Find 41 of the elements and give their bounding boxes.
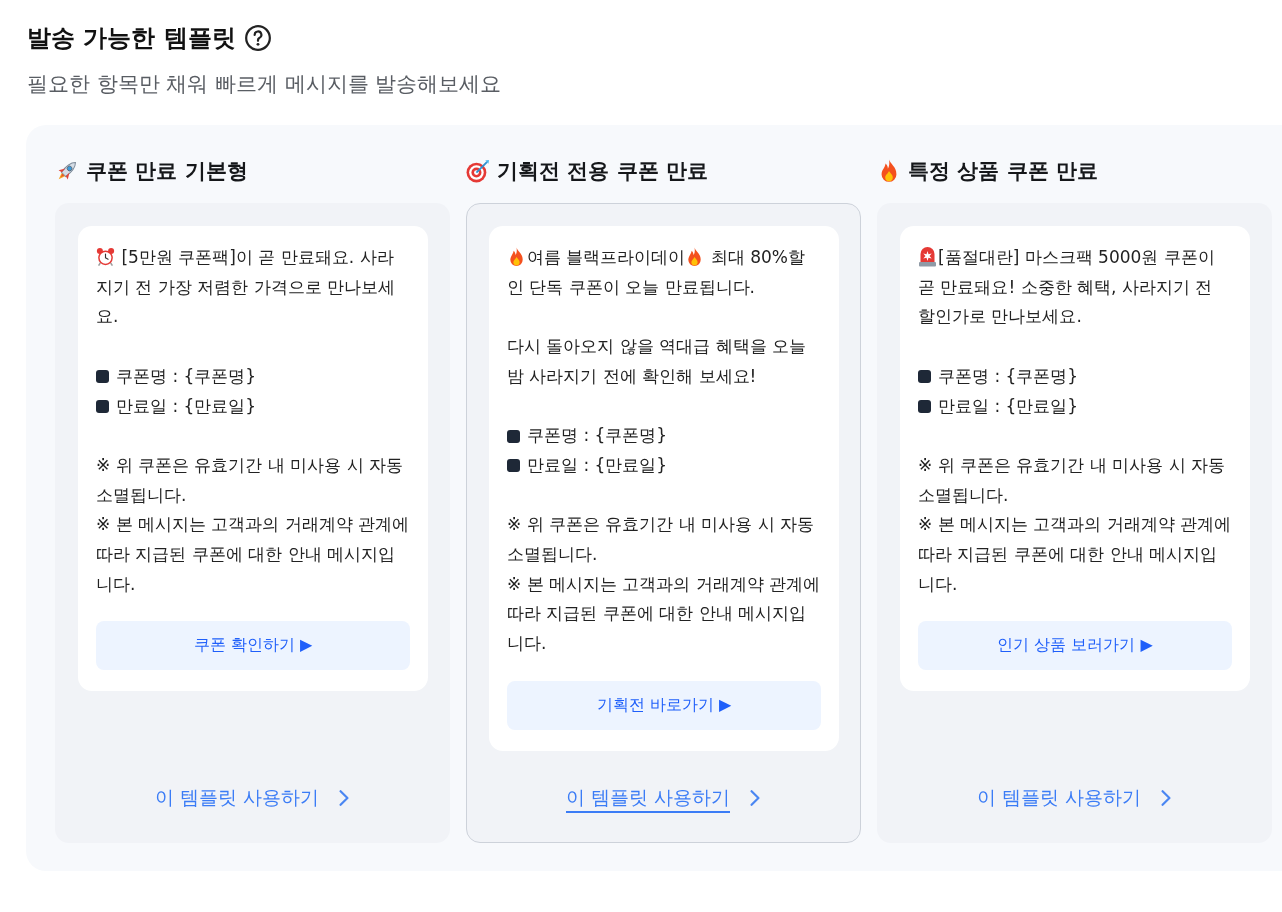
message-text: 다시 돌아오지 않을 역대급 혜택을 오늘 밤 사라지기 전에 확인해 보세요! bbox=[507, 335, 808, 388]
template-card[interactable]: [5만원 쿠폰팩]이 곧 만료돼요. 사라지기 전 가장 저렴한 가격으로 만나보세요. 쿠폰명 : {쿠폰명} 만료일 : {만료일} ※ 위 쿠폰은 유효기간 내 미사용 시 자동 소멸됩니다. ※ 본 메시지는 고객과의 거래계약 관계에 따라 지급된 쿠폰에 대한 안내 메시지입니다. 쿠폰 확인하기 ▶ 이 템플릿 사용하기 bbox=[55, 203, 450, 843]
use-template-link[interactable]: 이 템플릿 사용하기 bbox=[154, 783, 352, 813]
field-line: 쿠폰명 : {쿠폰명} bbox=[116, 364, 257, 388]
template-title: 특정 상품 쿠폰 만료 bbox=[908, 158, 1098, 185]
help-icon[interactable] bbox=[244, 25, 271, 51]
alarm-clock-icon bbox=[96, 247, 115, 267]
notice-text: ※ 본 메시지는 고객과의 거래계약 관계에 따라 지급된 쿠폰에 대한 안내 메시지입니다. bbox=[96, 513, 410, 596]
square-bullet-icon bbox=[507, 429, 520, 443]
field-line: 만료일 : {만료일} bbox=[527, 453, 668, 477]
use-template-link[interactable]: 이 템플릿 사용하기 bbox=[976, 783, 1174, 813]
notice-text: ※ 본 메시지는 고객과의 거래계약 관계에 따라 지급된 쿠폰에 대한 안내 메시지입니다. bbox=[507, 572, 821, 656]
notice-text: ※ 본 메시지는 고객과의 거래계약 관계에 따라 지급된 쿠폰에 대한 안내 메시지입니다. bbox=[918, 513, 1232, 596]
page-subtitle: 필요한 항목만 채워 빠르게 메시지를 발송해보세요 bbox=[27, 71, 503, 98]
field-line: 만료일 : {만료일} bbox=[938, 394, 1079, 418]
notice-text: ※ 위 쿠폰은 유효기간 내 미사용 시 자동 소멸됩니다. bbox=[96, 453, 405, 507]
square-bullet-icon bbox=[918, 370, 931, 384]
field-line: 쿠폰명 : {쿠폰명} bbox=[938, 364, 1079, 388]
template-card[interactable] bbox=[466, 203, 861, 843]
field-line: 쿠폰명 : {쿠폰명} bbox=[527, 424, 668, 448]
siren-icon bbox=[918, 247, 937, 267]
page-title: 발송 가능한 템플릿 bbox=[27, 23, 236, 54]
fire-icon bbox=[507, 247, 526, 267]
field-line: 만료일 : {만료일} bbox=[116, 394, 257, 418]
notice-text: ※ 위 쿠폰은 유효기간 내 미사용 시 자동 소멸됩니다. bbox=[918, 453, 1227, 507]
message-link-button[interactable]: 인기 상품 보러가기 ▶ bbox=[918, 621, 1232, 671]
message-text: 여름 블랙프라이데이 최대 80%할인 단독 쿠폰이 오늘 만료됩니다. bbox=[507, 246, 806, 299]
template-card[interactable]: [품절대란] 마스크팩 5000원 쿠폰이 곧 만료돼요! 소중한 혜택, 사라지기 전 할인가로 만나보세요. 쿠폰명 : {쿠폰명} 만료일 : {만료일} ※ 위 쿠폰은 유효기간 내 미사용 시 자동 소멸됩니다. ※ 본 메시지는 고객과의 거래계약 관계에 따라 지급된 쿠폰에 대한 안내 메시지입니다. 인기 상품 보러가기 ▶ 이 템플릿 사용하기 bbox=[877, 203, 1272, 843]
dart-target-icon bbox=[466, 159, 490, 183]
message-text: [품절대란] 마스크팩 5000원 쿠폰이 곧 만료돼요! 소중한 혜택, 사라지기 전 할인가로 만나보세요. bbox=[918, 246, 1216, 329]
square-bullet-icon bbox=[96, 399, 109, 413]
square-bullet-icon bbox=[96, 370, 109, 384]
message-link-button[interactable]: 기획전 바로가기 ▶ bbox=[507, 680, 821, 730]
notice-text: ※ 위 쿠폰은 유효기간 내 미사용 시 자동 소멸됩니다. bbox=[507, 513, 816, 566]
use-template-link[interactable]: 이 템플릿 사용하기 bbox=[565, 783, 763, 813]
square-bullet-icon bbox=[918, 399, 931, 413]
message-link-button[interactable]: 쿠폰 확인하기 ▶ bbox=[96, 621, 410, 671]
template-title: 쿠폰 만료 기본형 bbox=[86, 158, 248, 185]
template-title: 기획전 전용 쿠폰 만료 bbox=[497, 158, 708, 185]
square-bullet-icon bbox=[507, 459, 520, 473]
message-text: [5만원 쿠폰팩]이 곧 만료돼요. 사라지기 전 가장 저렴한 가격으로 만나보세요. bbox=[96, 246, 397, 329]
